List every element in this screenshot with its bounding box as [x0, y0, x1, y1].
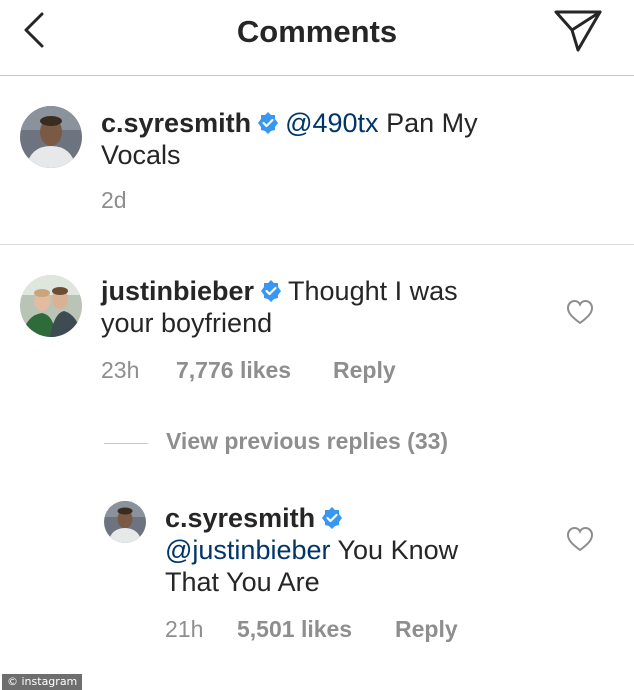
comment-body: Thought I was [288, 276, 458, 306]
heart-icon[interactable] [566, 299, 594, 325]
avatar[interactable] [104, 501, 146, 543]
reply-mention[interactable]: @justinbieber [165, 535, 331, 565]
paper-plane-icon[interactable] [552, 8, 604, 54]
reply-button[interactable]: Reply [395, 616, 458, 643]
comment-text: justinbieber Thought I was your boyfriend [101, 275, 541, 339]
caption-text: c.syresmith @490tx Pan My Vocals [101, 107, 601, 171]
divider [104, 443, 148, 444]
caption-mention[interactable]: @490tx [285, 108, 378, 138]
caption-body: Pan My [378, 108, 478, 138]
reply-body: You Know [330, 535, 459, 565]
comment-username[interactable]: justinbieber [101, 276, 254, 306]
page-title: Comments [236, 14, 398, 49]
verified-badge-icon [260, 277, 282, 302]
divider [0, 244, 634, 245]
reply-timestamp: 21h [165, 616, 204, 642]
view-previous-label[interactable]: View previous replies (33) [166, 428, 448, 455]
avatar[interactable] [20, 106, 82, 168]
reply-username[interactable]: c.syresmith [165, 503, 315, 533]
comment-body-line2: your boyfriend [101, 308, 273, 338]
reply-text: c.syresmith @justinbieber You Know That Yo… [165, 502, 545, 598]
reply-button[interactable]: Reply [333, 357, 396, 384]
caption-meta: 2d [101, 187, 127, 214]
verified-badge-icon [321, 504, 343, 529]
caption-timestamp: 2d [101, 187, 127, 213]
comment-likes[interactable]: 7,776 likes [176, 357, 291, 384]
reply-likes[interactable]: 5,501 likes [237, 616, 352, 643]
comment-timestamp: 23h [101, 357, 140, 383]
caption-username[interactable]: c.syresmith [101, 108, 251, 138]
top-bar: Comments [0, 0, 634, 76]
avatar[interactable] [20, 275, 82, 337]
reply-body-line2: That You Are [165, 567, 320, 597]
caption-body-line2: Vocals [101, 140, 181, 170]
verified-badge-icon [257, 109, 279, 134]
heart-icon[interactable] [566, 526, 594, 552]
watermark: © instagram [2, 674, 83, 690]
